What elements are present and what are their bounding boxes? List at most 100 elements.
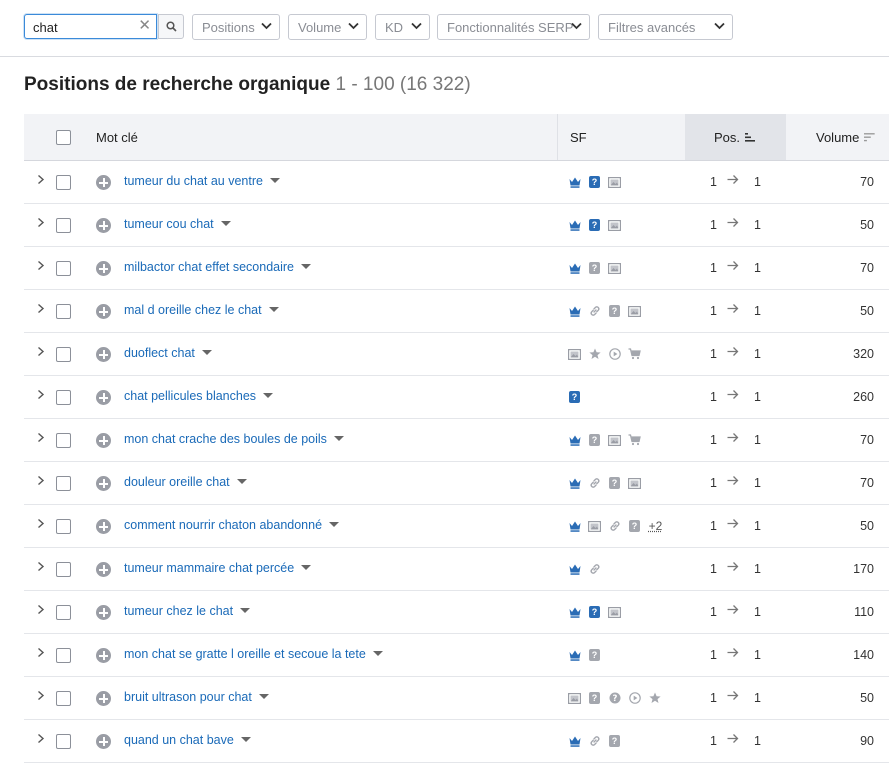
table-row[interactable]: mal d oreille chez le chat ? 1 1 50 bbox=[24, 290, 889, 333]
table-row[interactable]: quand un chat bave ? 1 1 90 bbox=[24, 720, 889, 763]
keyword-link[interactable]: comment nourrir chaton abandonné bbox=[124, 518, 340, 532]
row-checkbox[interactable] bbox=[56, 605, 71, 620]
table-row[interactable]: mon chat crache des boules de poils ? 1 … bbox=[24, 419, 889, 462]
add-to-list-icon[interactable] bbox=[96, 605, 111, 620]
filter-volume-dropdown[interactable]: Volume bbox=[288, 14, 367, 40]
expand-chevron-icon[interactable] bbox=[37, 260, 45, 271]
filter-kd-dropdown[interactable]: KD bbox=[375, 14, 430, 40]
expand-chevron-icon[interactable] bbox=[37, 389, 45, 400]
keyword-link[interactable]: mon chat se gratte l oreille et secoue l… bbox=[124, 647, 383, 661]
table-row[interactable]: tumeur chez le chat ? 1 1 110 bbox=[24, 591, 889, 634]
table-row[interactable]: tumeur cou chat ? 1 1 50 bbox=[24, 204, 889, 247]
row-checkbox[interactable] bbox=[56, 304, 71, 319]
filter-serp-features-dropdown[interactable]: Fonctionnalités SERP bbox=[437, 14, 590, 40]
add-to-list-icon[interactable] bbox=[96, 347, 111, 362]
add-to-list-icon[interactable] bbox=[96, 175, 111, 190]
table-row[interactable]: bruit ultrason pour chat ?? 1 1 50 bbox=[24, 677, 889, 720]
search-input[interactable]: chat ✕ bbox=[24, 14, 157, 39]
expand-chevron-icon[interactable] bbox=[37, 346, 45, 357]
add-to-list-icon[interactable] bbox=[96, 390, 111, 405]
expand-chevron-icon[interactable] bbox=[37, 690, 45, 701]
clear-icon[interactable]: ✕ bbox=[138, 18, 151, 34]
caret-down-icon[interactable] bbox=[269, 178, 280, 183]
add-to-list-icon[interactable] bbox=[96, 734, 111, 749]
expand-chevron-icon[interactable] bbox=[37, 604, 45, 615]
keyword-link[interactable]: tumeur cou chat bbox=[124, 217, 231, 231]
caret-down-icon[interactable] bbox=[263, 393, 274, 398]
row-checkbox[interactable] bbox=[56, 390, 71, 405]
caret-down-icon[interactable] bbox=[258, 694, 269, 699]
caret-down-icon[interactable] bbox=[236, 479, 247, 484]
row-checkbox[interactable] bbox=[56, 734, 71, 749]
header-pos[interactable]: Pos. bbox=[685, 114, 786, 160]
add-to-list-icon[interactable] bbox=[96, 519, 111, 534]
keyword-link[interactable]: milbactor chat effet secondaire bbox=[124, 260, 312, 274]
keyword-link[interactable]: bruit ultrason pour chat bbox=[124, 690, 269, 704]
filter-advanced-dropdown[interactable]: Filtres avancés bbox=[598, 14, 733, 40]
header-sf[interactable]: SF bbox=[570, 114, 587, 160]
caret-down-icon[interactable] bbox=[333, 436, 344, 441]
expand-chevron-icon[interactable] bbox=[37, 174, 45, 185]
add-to-list-icon[interactable] bbox=[96, 476, 111, 491]
row-checkbox[interactable] bbox=[56, 261, 71, 276]
caret-down-icon[interactable] bbox=[220, 221, 231, 226]
keyword-link[interactable]: tumeur chez le chat bbox=[124, 604, 251, 618]
row-checkbox[interactable] bbox=[56, 648, 71, 663]
table-row[interactable]: douleur oreille chat ? 1 1 70 bbox=[24, 462, 889, 505]
expand-chevron-icon[interactable] bbox=[37, 733, 45, 744]
expand-chevron-icon[interactable] bbox=[37, 561, 45, 572]
add-to-list-icon[interactable] bbox=[96, 218, 111, 233]
row-checkbox[interactable] bbox=[56, 218, 71, 233]
table-row[interactable]: tumeur mammaire chat percée 1 1 170 bbox=[24, 548, 889, 591]
caret-down-icon[interactable] bbox=[240, 608, 251, 613]
caret-down-icon[interactable] bbox=[240, 737, 251, 742]
caret-down-icon[interactable] bbox=[301, 565, 312, 570]
keyword-link[interactable]: douleur oreille chat bbox=[124, 475, 247, 489]
row-checkbox[interactable] bbox=[56, 519, 71, 534]
position-previous: 1 bbox=[710, 476, 717, 490]
keyword-link[interactable]: tumeur du chat au ventre bbox=[124, 174, 280, 188]
table-row[interactable]: tumeur du chat au ventre ? 1 1 70 bbox=[24, 161, 889, 204]
expand-chevron-icon[interactable] bbox=[37, 647, 45, 658]
keyword-link[interactable]: chat pellicules blanches bbox=[124, 389, 274, 403]
add-to-list-icon[interactable] bbox=[96, 304, 111, 319]
caret-down-icon[interactable] bbox=[329, 522, 340, 527]
caret-down-icon[interactable] bbox=[372, 651, 383, 656]
add-to-list-icon[interactable] bbox=[96, 261, 111, 276]
table-row[interactable]: duoflect chat 1 1 320 bbox=[24, 333, 889, 376]
filter-positions-dropdown[interactable]: Positions bbox=[192, 14, 280, 40]
table-row[interactable]: chat pellicules blanches ? 1 1 260 bbox=[24, 376, 889, 419]
add-to-list-icon[interactable] bbox=[96, 691, 111, 706]
caret-down-icon[interactable] bbox=[268, 307, 279, 312]
link-icon bbox=[588, 563, 601, 576]
header-keyword[interactable]: Mot clé bbox=[96, 114, 138, 160]
row-checkbox[interactable] bbox=[56, 433, 71, 448]
expand-chevron-icon[interactable] bbox=[37, 303, 45, 314]
expand-chevron-icon[interactable] bbox=[37, 518, 45, 529]
row-checkbox[interactable] bbox=[56, 347, 71, 362]
row-checkbox[interactable] bbox=[56, 175, 71, 190]
keyword-link[interactable]: mal d oreille chez le chat bbox=[124, 303, 279, 317]
keyword-link[interactable]: mon chat crache des boules de poils bbox=[124, 432, 344, 446]
keyword-link[interactable]: duoflect chat bbox=[124, 346, 212, 360]
add-to-list-icon[interactable] bbox=[96, 433, 111, 448]
table-row[interactable]: comment nourrir chaton abandonné ? +2 1 1… bbox=[24, 505, 889, 548]
add-to-list-icon[interactable] bbox=[96, 648, 111, 663]
table-row[interactable]: mon chat se gratte l oreille et secoue l… bbox=[24, 634, 889, 677]
row-checkbox[interactable] bbox=[56, 691, 71, 706]
table-row[interactable]: milbactor chat effet secondaire ? 1 1 70 bbox=[24, 247, 889, 290]
select-all-checkbox[interactable] bbox=[56, 129, 71, 145]
more-features-count[interactable]: +2 bbox=[649, 519, 663, 533]
expand-chevron-icon[interactable] bbox=[37, 217, 45, 228]
search-button[interactable] bbox=[158, 14, 184, 39]
caret-down-icon[interactable] bbox=[201, 350, 212, 355]
expand-chevron-icon[interactable] bbox=[37, 475, 45, 486]
add-to-list-icon[interactable] bbox=[96, 562, 111, 577]
keyword-link[interactable]: tumeur mammaire chat percée bbox=[124, 561, 312, 575]
expand-chevron-icon[interactable] bbox=[37, 432, 45, 443]
row-checkbox[interactable] bbox=[56, 476, 71, 491]
header-volume[interactable]: Volume bbox=[816, 114, 876, 160]
caret-down-icon[interactable] bbox=[301, 264, 312, 269]
keyword-link[interactable]: quand un chat bave bbox=[124, 733, 251, 747]
row-checkbox[interactable] bbox=[56, 562, 71, 577]
